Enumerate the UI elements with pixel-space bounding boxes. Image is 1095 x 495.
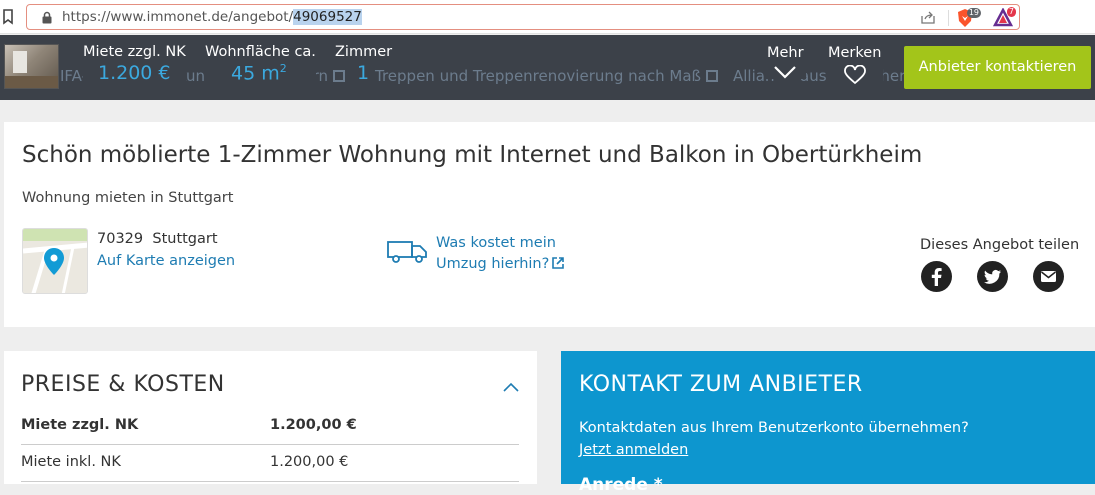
thumbnail-floor bbox=[5, 76, 58, 88]
stat-value: 1 bbox=[357, 62, 370, 84]
facebook-icon bbox=[931, 268, 942, 286]
truck-icon bbox=[387, 241, 427, 263]
brave-rewards-badge: 7 bbox=[1006, 7, 1016, 17]
stat-wohnflaeche: Wohnfläche ca. 45 m2 bbox=[205, 44, 316, 85]
merken-label: Merken bbox=[828, 45, 882, 61]
merken-button[interactable]: Merken bbox=[826, 45, 884, 85]
price-label: Miete inkl. NK bbox=[21, 454, 121, 470]
sticky-listing-header: IFA-B skunft or rdern Treppen und Treppe… bbox=[0, 35, 1095, 100]
show-on-map-link[interactable]: Auf Karte anzeigen bbox=[97, 253, 235, 269]
prices-title: PREISE & KOSTEN bbox=[21, 372, 225, 397]
contact-question: Kontaktdaten aus Ihrem Benutzerkonto übe… bbox=[579, 420, 969, 436]
stat-value-number: 45 m bbox=[231, 62, 280, 85]
chevron-down-icon bbox=[774, 66, 797, 79]
listing-subtitle: Wohnung mieten in Stuttgart bbox=[22, 190, 234, 206]
contact-provider-button[interactable]: Anbieter kontaktieren bbox=[904, 46, 1091, 89]
twitter-icon bbox=[984, 269, 1001, 284]
price-row: Miete inkl. NK 1.200,00 € bbox=[21, 445, 519, 482]
heart-icon bbox=[843, 65, 866, 85]
ghost-text: Treppen und Treppenrenovierung nach Maß bbox=[375, 67, 701, 85]
map-thumbnail[interactable] bbox=[22, 228, 88, 294]
map-thumbnail-graphic bbox=[23, 229, 87, 293]
price-label: Miete zzgl. NK bbox=[21, 417, 139, 433]
prices-panel: PREISE & KOSTEN Miete zzgl. NK 1.200,00 … bbox=[4, 351, 537, 484]
address: 70329 Stuttgart bbox=[97, 231, 218, 247]
stat-miete: Miete zzgl. NK 1.200 € bbox=[83, 44, 186, 84]
ghost-link: Treppen und Treppenrenovierung nach Maß bbox=[375, 67, 718, 85]
mehr-button[interactable]: Mehr bbox=[765, 45, 806, 79]
stat-value: 1.200 € bbox=[98, 62, 171, 84]
listing-card: Schön möblierte 1-Zimmer Wohnung mit Int… bbox=[4, 122, 1095, 327]
postcode: 70329 bbox=[97, 231, 144, 247]
twitter-share-button[interactable] bbox=[977, 261, 1008, 292]
stat-label: Miete zzgl. NK bbox=[83, 44, 186, 60]
price-value: 1.200,00 € bbox=[270, 417, 357, 433]
mehr-label: Mehr bbox=[767, 45, 804, 61]
external-link-icon bbox=[552, 257, 565, 269]
stat-value-unit: 2 bbox=[279, 62, 287, 75]
bookmark-icon[interactable] bbox=[2, 9, 14, 25]
url-prefix: https://www.immonet.de/angebot/ bbox=[62, 9, 294, 25]
stat-label: Zimmer bbox=[335, 44, 393, 60]
price-row: Miete zzgl. NK 1.200,00 € bbox=[21, 408, 519, 445]
share-label: Dieses Angebot teilen bbox=[920, 237, 1080, 253]
chevron-up-icon[interactable] bbox=[503, 382, 519, 392]
external-link-icon bbox=[705, 70, 718, 82]
browser-toolbar: https://www.immonet.de/angebot/49069527 … bbox=[0, 0, 1095, 34]
moving-cost-line2: Umzug hierhin? bbox=[436, 256, 550, 272]
city: Stuttgart bbox=[152, 231, 218, 247]
url-text[interactable]: https://www.immonet.de/angebot/49069527 bbox=[62, 9, 362, 25]
price-value: 1.200,00 € bbox=[270, 454, 349, 470]
brave-shield-badge: 19 bbox=[966, 8, 981, 18]
moving-cost-line1: Was kostet mein bbox=[436, 235, 556, 251]
stat-label: Wohnfläche ca. bbox=[205, 44, 316, 60]
moving-cost-link[interactable]: Was kostet mein Umzug hierhin? bbox=[436, 233, 565, 275]
envelope-icon bbox=[1041, 271, 1056, 282]
salutation-label: Anrede * bbox=[579, 475, 663, 495]
listing-thumbnail[interactable] bbox=[4, 44, 59, 89]
share-icon[interactable] bbox=[920, 10, 936, 25]
listing-title: Schön möblierte 1-Zimmer Wohnung mit Int… bbox=[22, 142, 923, 168]
toolbar-divider bbox=[948, 10, 949, 26]
address-bar[interactable]: https://www.immonet.de/angebot/49069527 … bbox=[26, 4, 1020, 30]
login-link[interactable]: Jetzt anmelden bbox=[579, 442, 688, 458]
stat-value: 45 m2 bbox=[205, 62, 316, 84]
contact-title: KONTAKT ZUM ANBIETER bbox=[579, 372, 863, 397]
stat-zimmer: Zimmer 1 bbox=[335, 44, 392, 84]
email-share-button[interactable] bbox=[1033, 261, 1064, 292]
contact-panel: KONTAKT ZUM ANBIETER Kontaktdaten aus Ih… bbox=[561, 351, 1095, 495]
url-selected: 49069527 bbox=[293, 9, 362, 25]
facebook-share-button[interactable] bbox=[921, 261, 952, 292]
lock-icon bbox=[42, 11, 52, 24]
thumbnail-window bbox=[13, 51, 27, 73]
